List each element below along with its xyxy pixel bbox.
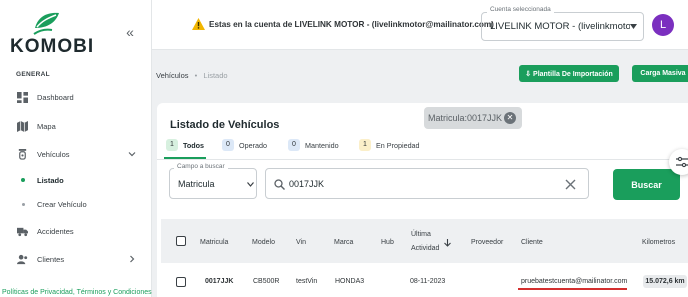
sidebar-subitem-crear-vehiculo[interactable]: Crear Vehículo [0,194,152,214]
tab-mantenido[interactable]: 0 Mantenido [288,138,339,152]
active-dot-icon [21,178,25,182]
breadcrumb: Vehículos • Listado [156,71,228,80]
dot-icon [22,202,25,206]
sidebar-item-label: Vehículos [37,149,70,159]
cell-marca: HONDA3 [335,278,365,285]
column-header-vin[interactable]: Vin [296,239,306,246]
breadcrumb-parent[interactable]: Vehículos [156,71,189,80]
sidebar-item-label: Clientes [37,254,65,264]
tab-label: En Propiedad [376,140,420,150]
filter-chip-label: Matricula:0017JJK [428,113,503,123]
cell-matricula: 0017JJK [205,278,234,285]
clients-icon [17,254,28,264]
tab-label: Operado [239,140,267,150]
search-input[interactable]: 0017JJK [265,168,589,199]
search-field-select[interactable]: Matricula [169,168,257,199]
caret-down-icon [247,182,254,187]
column-header-matricula[interactable]: Matricula [200,239,228,246]
select-all-checkbox[interactable] [176,236,186,246]
close-icon[interactable]: ✕ [504,112,516,124]
sidebar-item-label: Dashboard [37,92,74,102]
row-checkbox[interactable] [176,277,186,287]
tab-count: 1 [166,139,178,151]
sidebar-subitem-label: Listado [37,175,64,185]
clear-icon[interactable] [565,179,576,190]
cell-vin: testVin [296,278,318,285]
column-header-kilometros[interactable]: Kilometros [642,239,675,246]
search-button[interactable]: Buscar [613,169,680,200]
collapse-sidebar-icon[interactable]: « [122,24,138,40]
cell-actividad: 08-11-2023 [410,278,446,285]
vehicles-list-card: Listado de Vehículos Matricula:0017JJK ✕… [157,103,688,297]
column-header-ultima[interactable]: Última [411,229,431,241]
chevron-right-icon [130,255,135,263]
download-template-button[interactable]: ⇩ Plantilla De Importación [519,65,619,82]
filter-toggle-button[interactable] [669,149,688,175]
cell-modelo: CB500R [253,278,280,285]
sidebar-subitem-listado[interactable]: Listado [0,170,152,190]
sidebar-item-label: Accidentes [37,226,74,236]
column-header-proveedor[interactable]: Proveedor [471,239,503,246]
tabs-divider [157,159,688,160]
breadcrumb-separator: • [194,71,198,80]
tab-todos[interactable]: 1 Todos [166,138,204,152]
account-warning-text: Estas en la cuenta de LIVELINK MOTOR - (… [209,20,494,29]
bulk-upload-button[interactable]: Carga Masiva [632,65,688,82]
account-select-caption: Cuenta seleccionada [487,6,554,13]
search-field-value: Matricula [178,179,215,189]
tab-count: 1 [359,139,371,151]
tab-operado[interactable]: 0 Operado [222,138,267,152]
privacy-terms-link[interactable]: Políticas de Privacidad, Términos y Cond… [2,289,152,296]
table-header: Matricula Modelo Vin Marca Hub Última Ac… [161,219,688,263]
warning-icon [192,18,205,30]
tab-count: 0 [288,139,300,151]
column-header-cliente[interactable]: Cliente [521,239,543,246]
column-header-marca[interactable]: Marca [334,239,353,246]
sidebar-subitem-label: Crear Vehículo [37,199,87,209]
column-header-hub[interactable]: Hub [381,239,394,246]
cell-cliente[interactable]: pruebatestcuenta@mailinator.com [521,278,627,285]
filter-sliders-icon [676,156,688,168]
account-select-value: LIVELINK MOTOR - (livelinkmotor@mailinat… [490,21,630,32]
nav-section-label: GENERAL [16,71,50,78]
page-title: Listado de Vehículos [170,119,280,131]
sidebar-item-vehiculos[interactable]: Vehículos [0,144,152,164]
topbar: Estas en la cuenta de LIVELINK MOTOR - (… [152,0,688,50]
caret-down-icon [630,24,637,29]
sidebar-item-accidentes[interactable]: Accidentes [0,221,152,241]
cliente-highlight-underline [518,288,627,290]
brand-name: KOMOBI [10,36,95,57]
map-icon [17,120,28,132]
tab-label: Todos [183,140,205,150]
search-icon [274,179,285,190]
search-input-value: 0017JJK [289,179,325,189]
sidebar: KOMOBI « GENERAL Dashboard Mapa Vehículo… [0,0,152,297]
avatar[interactable]: L [652,14,674,36]
truck-icon [17,227,28,236]
tab-label: Mantenido [305,140,339,150]
sidebar-item-dashboard[interactable]: Dashboard [0,87,152,107]
sidebar-item-label: Mapa [37,121,56,131]
sidebar-item-clientes[interactable]: Clientes [0,249,152,269]
tab-en-propiedad[interactable]: 1 En Propiedad [359,138,420,152]
leaf-logo-icon [33,12,59,35]
active-filter-chip: Matricula:0017JJK ✕ [424,107,522,129]
column-header-modelo[interactable]: Modelo [252,239,275,246]
sort-down-arrow-icon[interactable] [444,239,451,247]
dashboard-icon [17,91,28,103]
chevron-down-icon [128,152,136,157]
tab-count: 0 [222,139,234,151]
search-field-caption: Campo a buscar [174,163,228,170]
sidebar-item-mapa[interactable]: Mapa [0,116,152,136]
komobi-logo[interactable]: KOMOBI [10,10,100,57]
vehicle-icon [18,148,27,160]
account-select[interactable]: LIVELINK MOTOR - (livelinkmotor@mailinat… [481,12,644,41]
cell-kilometros: 15.072,6 km [643,275,687,288]
breadcrumb-current: Listado [203,71,228,80]
column-header-actividad[interactable]: Actividad [411,243,439,255]
